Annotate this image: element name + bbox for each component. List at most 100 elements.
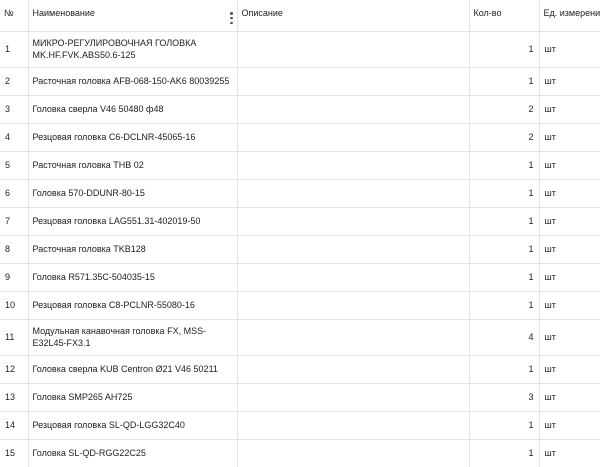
cell-name[interactable]: Головка SMP265 AH725 [28,383,238,412]
cell-quantity[interactable]: 1 [469,207,540,236]
cell-quantity[interactable]: 1 [469,31,540,68]
cell-number[interactable]: 10 [0,291,29,320]
table-row[interactable]: 2 Расточная головка AFB-068-150-AK6 80039… [0,67,600,96]
table-row[interactable]: 15 Головка SL-QD-RGG22C25 1 шт [0,439,600,467]
column-header-label: Ед. измерения [543,8,600,18]
cell-unit[interactable]: шт [539,263,600,292]
cell-number[interactable]: 9 [0,263,29,292]
cell-unit[interactable]: шт [539,31,600,68]
cell-quantity[interactable]: 1 [469,67,540,96]
cell-quantity[interactable]: 1 [469,263,540,292]
cell-description[interactable] [237,291,470,320]
cell-unit[interactable]: шт [539,439,600,467]
cell-unit[interactable]: шт [539,355,600,384]
cell-quantity[interactable]: 2 [469,123,540,152]
cell-description[interactable] [237,263,470,292]
cell-number[interactable]: 12 [0,355,29,384]
table-row[interactable]: 6 Головка 570-DDUNR-80-15 1 шт [0,179,600,208]
cell-description[interactable] [237,123,470,152]
cell-number[interactable]: 11 [0,319,29,356]
cell-quantity[interactable]: 4 [469,319,540,356]
column-header-number[interactable]: № [0,0,29,32]
table-row[interactable]: 9 Головка R571.35C-504035-15 1 шт [0,263,600,292]
column-header-label: № [4,8,14,18]
cell-quantity[interactable]: 1 [469,439,540,467]
table-row[interactable]: 11 Модульная канавочная головка FX, MSS-E… [0,319,600,356]
cell-unit[interactable]: шт [539,151,600,180]
cell-unit[interactable]: шт [539,95,600,124]
cell-description[interactable] [237,235,470,264]
cell-name[interactable]: МИКРО-РЕГУЛИРОВОЧНАЯ ГОЛОВКА MK.HF.FVK.A… [28,31,238,68]
cell-description[interactable] [237,67,470,96]
cell-description[interactable] [237,319,470,356]
cell-name[interactable]: Расточная головка TKB128 [28,235,238,264]
cell-name[interactable]: Резцовая головка C8-PCLNR-55080-16 [28,291,238,320]
cell-description[interactable] [237,179,470,208]
cell-number[interactable]: 1 [0,31,29,68]
cell-number[interactable]: 4 [0,123,29,152]
cell-name[interactable]: Головка сверла V46 50480 ф48 [28,95,238,124]
table-row[interactable]: 8 Расточная головка TKB128 1 шт [0,235,600,264]
cell-quantity[interactable]: 3 [469,383,540,412]
table-row[interactable]: 14 Резцовая головка SL-QD-LGG32C40 1 шт [0,411,600,440]
cell-number[interactable]: 13 [0,383,29,412]
cell-name[interactable]: Головка сверла KUB Centron Ø21 V46 50211 [28,355,238,384]
cell-quantity[interactable]: 1 [469,411,540,440]
cell-number[interactable]: 15 [0,439,29,467]
cell-quantity[interactable]: 1 [469,355,540,384]
table-row[interactable]: 3 Головка сверла V46 50480 ф48 2 шт [0,95,600,124]
table-row[interactable]: 13 Головка SMP265 AH725 3 шт [0,383,600,412]
cell-number[interactable]: 8 [0,235,29,264]
cell-description[interactable] [237,383,470,412]
cell-name[interactable]: Резцовая головка SL-QD-LGG32C40 [28,411,238,440]
cell-name[interactable]: Модульная канавочная головка FX, MSS-E32… [28,319,238,356]
cell-name[interactable]: Головка 570-DDUNR-80-15 [28,179,238,208]
column-header-quantity[interactable]: Кол-во [469,0,540,32]
table-body: 1 МИКРО-РЕГУЛИРОВОЧНАЯ ГОЛОВКА MK.HF.FVK.… [0,31,600,467]
table-row[interactable]: 1 МИКРО-РЕГУЛИРОВОЧНАЯ ГОЛОВКА MK.HF.FVK.… [0,31,600,68]
cell-quantity[interactable]: 2 [469,95,540,124]
column-header-description[interactable]: Описание [237,0,470,32]
cell-quantity[interactable]: 1 [469,235,540,264]
cell-name[interactable]: Резцовая головка LAG551.31-402019-50 [28,207,238,236]
column-header-name[interactable]: Наименование [28,0,238,32]
cell-unit[interactable]: шт [539,235,600,264]
cell-unit[interactable]: шт [539,291,600,320]
cell-description[interactable] [237,439,470,467]
cell-name[interactable]: Резцовая головка C6-DCLNR-45065-16 [28,123,238,152]
cell-number[interactable]: 14 [0,411,29,440]
cell-description[interactable] [237,355,470,384]
cell-description[interactable] [237,411,470,440]
cell-quantity[interactable]: 1 [469,151,540,180]
cell-name[interactable]: Расточная головка THB 02 [28,151,238,180]
cell-unit[interactable]: шт [539,207,600,236]
cell-unit[interactable]: шт [539,411,600,440]
cell-quantity[interactable]: 1 [469,291,540,320]
cell-description[interactable] [237,95,470,124]
cell-name[interactable]: Головка R571.35C-504035-15 [28,263,238,292]
cell-name[interactable]: Расточная головка AFB-068-150-AK6 800392… [28,67,238,96]
column-header-label: Описание [241,8,283,18]
table-row[interactable]: 7 Резцовая головка LAG551.31-402019-50 1 шт [0,207,600,236]
cell-description[interactable] [237,151,470,180]
cell-number[interactable]: 6 [0,179,29,208]
cell-description[interactable] [237,31,470,68]
cell-number[interactable]: 7 [0,207,29,236]
table-row[interactable]: 5 Расточная головка THB 02 1 шт [0,151,600,180]
cell-quantity[interactable]: 1 [469,179,540,208]
kebab-menu-icon[interactable] [229,12,235,24]
cell-unit[interactable]: шт [539,67,600,96]
cell-number[interactable]: 3 [0,95,29,124]
cell-name[interactable]: Головка SL-QD-RGG22C25 [28,439,238,467]
cell-unit[interactable]: шт [539,383,600,412]
table-row[interactable]: 4 Резцовая головка C6-DCLNR-45065-16 2 шт [0,123,600,152]
cell-description[interactable] [237,207,470,236]
cell-number[interactable]: 5 [0,151,29,180]
table-row[interactable]: 12 Головка сверла KUB Centron Ø21 V46 502… [0,355,600,384]
cell-number[interactable]: 2 [0,67,29,96]
cell-unit[interactable]: шт [539,179,600,208]
cell-unit[interactable]: шт [539,123,600,152]
table-row[interactable]: 10 Резцовая головка C8-PCLNR-55080-16 1 шт [0,291,600,320]
column-header-unit[interactable]: Ед. измерения [539,0,600,32]
cell-unit[interactable]: шт [539,319,600,356]
